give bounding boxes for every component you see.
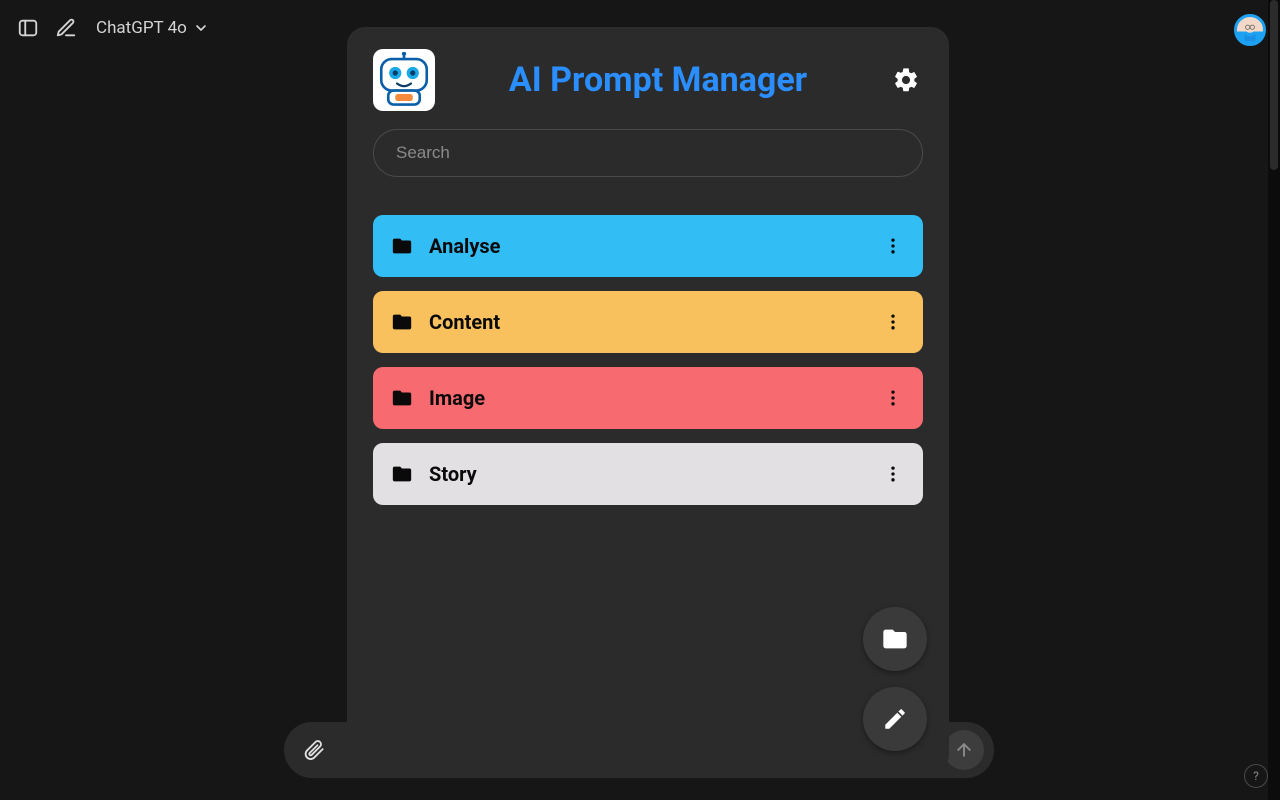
help-button[interactable]: ? bbox=[1244, 764, 1268, 788]
chevron-down-icon bbox=[193, 20, 209, 36]
avatar[interactable] bbox=[1234, 14, 1266, 46]
folder-icon bbox=[391, 387, 413, 409]
search-wrap bbox=[373, 129, 923, 177]
folder-menu-button[interactable] bbox=[881, 462, 905, 486]
prompt-manager-panel: AI Prompt Manager Analyse Content Image Sto… bbox=[347, 27, 949, 773]
model-label: ChatGPT 4o bbox=[96, 18, 187, 38]
folder-list: Analyse Content Image Story bbox=[373, 215, 923, 505]
search-input[interactable] bbox=[373, 129, 923, 177]
folder-icon bbox=[391, 311, 413, 333]
send-button[interactable] bbox=[944, 730, 984, 770]
help-label: ? bbox=[1253, 769, 1259, 783]
new-prompt-button[interactable] bbox=[863, 687, 927, 751]
folder-label: Analyse bbox=[429, 234, 500, 258]
sidebar-toggle-icon[interactable] bbox=[14, 14, 42, 42]
panel-title: AI Prompt Manager bbox=[435, 60, 889, 100]
folder-label: Image bbox=[429, 386, 485, 410]
dots-vertical-icon bbox=[883, 312, 903, 332]
panel-header: AI Prompt Manager bbox=[373, 45, 923, 115]
settings-button[interactable] bbox=[889, 63, 923, 97]
folder-item[interactable]: Analyse bbox=[373, 215, 923, 277]
folder-label: Content bbox=[429, 310, 500, 334]
model-selector[interactable]: ChatGPT 4o bbox=[96, 18, 209, 38]
new-chat-icon[interactable] bbox=[52, 14, 80, 42]
new-folder-button[interactable] bbox=[863, 607, 927, 671]
dots-vertical-icon bbox=[883, 388, 903, 408]
pencil-icon bbox=[882, 706, 908, 732]
folder-icon bbox=[391, 463, 413, 485]
folder-menu-button[interactable] bbox=[881, 234, 905, 258]
scrollbar[interactable] bbox=[1268, 0, 1280, 800]
folder-icon bbox=[881, 625, 909, 653]
folder-item[interactable]: Image bbox=[373, 367, 923, 429]
dots-vertical-icon bbox=[883, 464, 903, 484]
folder-menu-button[interactable] bbox=[881, 386, 905, 410]
fab-stack bbox=[863, 607, 927, 751]
folder-icon bbox=[391, 235, 413, 257]
folder-item[interactable]: Content bbox=[373, 291, 923, 353]
gear-icon bbox=[892, 66, 920, 94]
folder-label: Story bbox=[429, 462, 477, 486]
attach-button[interactable] bbox=[294, 730, 334, 770]
dots-vertical-icon bbox=[883, 236, 903, 256]
folder-menu-button[interactable] bbox=[881, 310, 905, 334]
app-logo bbox=[373, 49, 435, 111]
folder-item[interactable]: Story bbox=[373, 443, 923, 505]
